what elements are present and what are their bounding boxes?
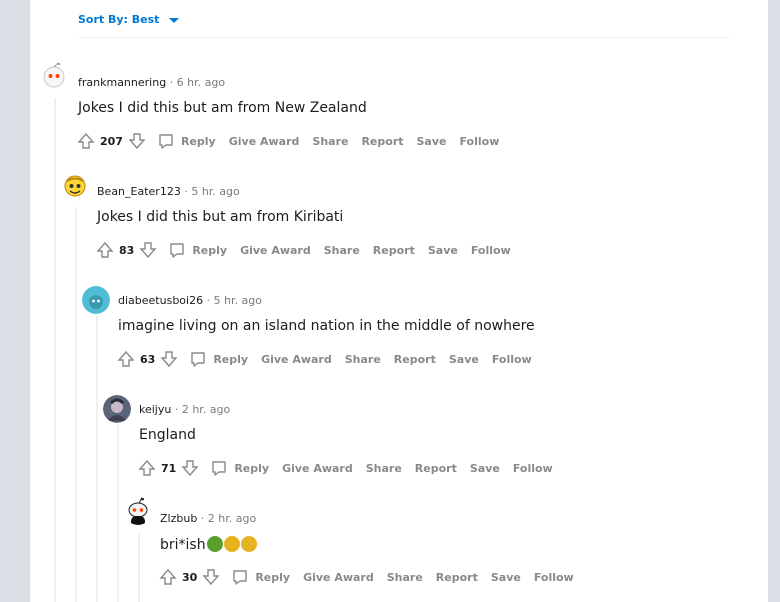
username[interactable]: diabeetusboi26 xyxy=(118,294,203,307)
upvote-icon[interactable] xyxy=(158,567,178,587)
avatar[interactable] xyxy=(82,286,110,314)
share-button[interactable]: Share xyxy=(345,353,381,366)
report-button[interactable]: Report xyxy=(415,462,457,475)
save-button[interactable]: Save xyxy=(470,462,500,475)
vote-count: 207 xyxy=(100,134,123,148)
comment-body: Jokes I did this but am from New Zealand xyxy=(78,100,367,116)
divider xyxy=(78,37,730,38)
reply-button[interactable]: Reply xyxy=(168,241,227,259)
give-award-button[interactable]: Give Award xyxy=(282,462,353,475)
report-button[interactable]: Report xyxy=(394,353,436,366)
comment-icon xyxy=(233,570,248,585)
comment-meta: Bean_Eater123 · 5 hr. ago xyxy=(97,185,240,198)
save-button[interactable]: Save xyxy=(449,353,479,366)
give-award-button[interactable]: Give Award xyxy=(261,353,332,366)
thread-line[interactable] xyxy=(138,534,140,602)
share-button[interactable]: Share xyxy=(366,462,402,475)
reply-label[interactable]: Reply xyxy=(255,571,290,584)
comment-actions: 207 Reply Give Award Share Report Save F… xyxy=(76,131,499,151)
vote-count: 30 xyxy=(182,570,198,584)
reply-label[interactable]: Reply xyxy=(181,135,216,148)
timestamp[interactable]: · 6 hr. ago xyxy=(170,76,225,89)
thread-line[interactable] xyxy=(75,207,77,602)
avatar[interactable] xyxy=(61,171,89,199)
nauseated-face-emoji xyxy=(223,536,240,552)
give-award-button[interactable]: Give Award xyxy=(229,135,300,148)
thread-line[interactable] xyxy=(96,316,98,602)
give-award-button[interactable]: Give Award xyxy=(240,244,311,257)
reply-button[interactable]: Reply xyxy=(210,459,269,477)
username[interactable]: keijyu xyxy=(139,403,171,416)
comment-icon xyxy=(170,243,185,258)
comment-meta: Zlzbub · 2 hr. ago xyxy=(160,512,256,525)
reply-button[interactable]: Reply xyxy=(157,132,216,150)
username[interactable]: frankmannering xyxy=(78,76,166,89)
username[interactable]: Bean_Eater123 xyxy=(97,185,181,198)
save-button[interactable]: Save xyxy=(491,571,521,584)
avatar[interactable] xyxy=(103,395,131,423)
nauseated-face-emoji xyxy=(206,536,223,552)
save-button[interactable]: Save xyxy=(417,135,447,148)
comment-actions: 71 Reply Give Award Share Report Save Fo… xyxy=(137,458,553,478)
downvote-icon[interactable] xyxy=(159,349,179,369)
comment-icon xyxy=(212,461,227,476)
comment-icon xyxy=(191,352,206,367)
downvote-icon[interactable] xyxy=(201,567,221,587)
upvote-icon[interactable] xyxy=(95,240,115,260)
upvote-icon[interactable] xyxy=(116,349,136,369)
report-button[interactable]: Report xyxy=(373,244,415,257)
comment-body: imagine living on an island nation in th… xyxy=(118,318,535,334)
downvote-icon[interactable] xyxy=(127,131,147,151)
comment-meta: diabeetusboi26 · 5 hr. ago xyxy=(118,294,262,307)
share-button[interactable]: Share xyxy=(387,571,423,584)
comment-meta: keijyu · 2 hr. ago xyxy=(139,403,230,416)
reply-label[interactable]: Reply xyxy=(234,462,269,475)
comment-icon xyxy=(159,134,173,149)
reply-label[interactable]: Reply xyxy=(192,244,227,257)
follow-button[interactable]: Follow xyxy=(471,244,511,257)
timestamp[interactable]: · 5 hr. ago xyxy=(207,294,262,307)
reply-button[interactable]: Reply xyxy=(231,568,290,586)
sort-dropdown[interactable]: Sort By: Best xyxy=(78,13,180,26)
thread-line[interactable] xyxy=(54,98,56,602)
avatar[interactable] xyxy=(124,497,152,525)
share-button[interactable]: Share xyxy=(312,135,348,148)
vote-count: 71 xyxy=(161,461,177,475)
timestamp[interactable]: · 2 hr. ago xyxy=(201,512,256,525)
timestamp[interactable]: · 5 hr. ago xyxy=(184,185,239,198)
comment-body: England xyxy=(139,427,196,443)
report-button[interactable]: Report xyxy=(436,571,478,584)
downvote-icon[interactable] xyxy=(138,240,158,260)
thread-line[interactable] xyxy=(117,425,119,602)
upvote-icon[interactable] xyxy=(137,458,157,478)
chevron-down-icon xyxy=(169,18,180,23)
reply-label[interactable]: Reply xyxy=(213,353,248,366)
comments-panel: Sort By: Best frankmannering · 6 hr. ago… xyxy=(30,0,768,602)
nauseated-face-emoji xyxy=(240,536,257,552)
share-button[interactable]: Share xyxy=(324,244,360,257)
comment-actions: 63 Reply Give Award Share Report Save Fo… xyxy=(116,349,532,369)
username[interactable]: Zlzbub xyxy=(160,512,197,525)
give-award-button[interactable]: Give Award xyxy=(303,571,374,584)
comment-body: bri*ish xyxy=(160,536,257,553)
follow-button[interactable]: Follow xyxy=(534,571,574,584)
follow-button[interactable]: Follow xyxy=(492,353,532,366)
reply-button[interactable]: Reply xyxy=(189,350,248,368)
follow-button[interactable]: Follow xyxy=(513,462,553,475)
upvote-icon[interactable] xyxy=(76,131,96,151)
comment-text: bri*ish xyxy=(160,537,206,553)
comment-body: Jokes I did this but am from Kiribati xyxy=(97,209,344,225)
follow-button[interactable]: Follow xyxy=(459,135,499,148)
save-button[interactable]: Save xyxy=(428,244,458,257)
sort-label: Sort By: Best xyxy=(78,13,160,26)
timestamp[interactable]: · 2 hr. ago xyxy=(175,403,230,416)
comment-actions: 83 Reply Give Award Share Report Save Fo… xyxy=(95,240,511,260)
vote-count: 83 xyxy=(119,243,135,257)
downvote-icon[interactable] xyxy=(180,458,200,478)
comment-meta: frankmannering · 6 hr. ago xyxy=(78,76,225,89)
comment-actions: 30 Reply Give Award Share Report Save Fo… xyxy=(158,567,574,587)
vote-count: 63 xyxy=(140,352,156,366)
avatar[interactable] xyxy=(40,62,68,90)
report-button[interactable]: Report xyxy=(361,135,403,148)
